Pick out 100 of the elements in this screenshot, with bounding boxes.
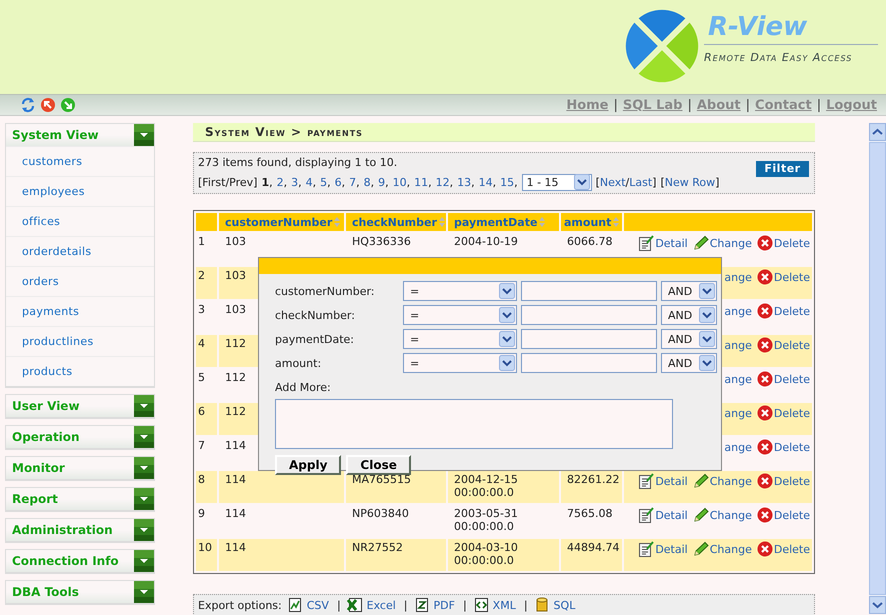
arrow-down-right-icon[interactable]	[60, 97, 76, 113]
expand-toggle-icon[interactable]	[134, 395, 154, 417]
section-header[interactable]: Connection Info	[6, 550, 154, 572]
export-link[interactable]: SQL	[554, 598, 576, 612]
sidebar-item[interactable]: orderdetails	[6, 236, 154, 266]
expand-toggle-icon[interactable]	[134, 581, 154, 603]
link-link[interactable]: ange	[724, 304, 752, 318]
delete-link[interactable]: Delete	[774, 440, 810, 454]
page-link[interactable]: 5	[320, 176, 328, 188]
column-header[interactable]: paymentDate	[448, 213, 559, 231]
join-select[interactable]: AND	[661, 305, 717, 325]
value-field[interactable]	[521, 329, 657, 349]
result-summary: 273 items found, displaying 1 to 10.	[198, 156, 398, 168]
link-link[interactable]: ange	[724, 440, 752, 454]
join-select[interactable]: AND	[661, 281, 717, 301]
section-header[interactable]: Operation	[6, 426, 154, 448]
expand-toggle-icon[interactable]	[134, 426, 154, 448]
delete-link[interactable]: Delete	[774, 508, 810, 522]
delete-link[interactable]: Delete	[774, 406, 810, 420]
arrow-up-left-icon[interactable]	[40, 97, 56, 113]
value-field[interactable]	[521, 353, 657, 373]
link-link[interactable]: ange	[724, 372, 752, 386]
change-link[interactable]: Change	[710, 474, 752, 488]
pencil-icon	[692, 541, 709, 557]
expand-toggle-icon[interactable]	[134, 519, 154, 541]
page-link[interactable]: 4	[306, 176, 313, 188]
sidebar-item[interactable]: products	[6, 356, 154, 386]
operator-select[interactable]: =	[403, 281, 517, 301]
page-link[interactable]: 8	[364, 176, 371, 188]
link-link[interactable]: ange	[724, 270, 752, 284]
delete-link[interactable]: Delete	[774, 338, 810, 352]
section-header[interactable]: Monitor	[6, 457, 154, 479]
page-link[interactable]: Last	[629, 176, 652, 188]
page-link[interactable]: 6	[334, 176, 342, 188]
dialog-button[interactable]: Close	[346, 455, 411, 475]
sidebar-item[interactable]: offices	[6, 206, 154, 236]
export-link[interactable]: Excel	[366, 598, 396, 612]
export-link[interactable]: XML	[492, 598, 516, 612]
expand-toggle-icon[interactable]	[134, 124, 154, 146]
export-link[interactable]: CSV	[306, 598, 329, 612]
page-link[interactable]: 13	[457, 176, 472, 188]
section-header[interactable]: Report	[6, 488, 154, 510]
page-link[interactable]: 3	[291, 176, 298, 188]
change-link[interactable]: Change	[710, 542, 752, 556]
dialog-button[interactable]: Apply	[275, 455, 342, 475]
add-more-field[interactable]	[275, 399, 673, 449]
separator: ,	[370, 176, 374, 188]
link-link[interactable]: ange	[724, 406, 752, 420]
page-link[interactable]: New Row	[664, 176, 716, 188]
delete-link[interactable]: Delete	[774, 236, 810, 250]
page-link[interactable]: 14	[478, 176, 493, 188]
operator-select[interactable]: =	[403, 353, 517, 373]
page-link[interactable]: 2	[276, 176, 284, 188]
export-link[interactable]: PDF	[434, 598, 455, 612]
sidebar-item[interactable]: customers	[6, 146, 154, 176]
scroll-down-button[interactable]	[869, 596, 886, 614]
delete-link[interactable]: Delete	[774, 372, 810, 386]
delete-link[interactable]: Delete	[774, 304, 810, 318]
column-header[interactable]: checkNumber	[346, 213, 446, 231]
page-link[interactable]: 11	[414, 176, 428, 188]
sidebar-item[interactable]: productlines	[6, 326, 154, 356]
detail-link[interactable]: Detail	[655, 542, 688, 556]
sidebar-item[interactable]: employees	[6, 176, 154, 206]
operator-select[interactable]: =	[403, 329, 517, 349]
page-link[interactable]: 12	[436, 176, 450, 188]
change-link[interactable]: Change	[710, 508, 752, 522]
change-link[interactable]: Change	[710, 236, 752, 250]
page-link[interactable]: 15	[500, 176, 514, 188]
join-select[interactable]: AND	[661, 353, 717, 373]
section-header[interactable]: System View	[6, 124, 154, 146]
value-field[interactable]	[521, 281, 657, 301]
page-link[interactable]: 9	[378, 176, 386, 188]
section-header[interactable]: User View	[6, 395, 154, 417]
page-link[interactable]: 7	[349, 176, 356, 188]
value-field[interactable]	[521, 305, 657, 325]
link-link[interactable]: ange	[724, 338, 752, 352]
scroll-up-button[interactable]	[869, 123, 886, 141]
page-link[interactable]: Next	[600, 176, 626, 188]
section-header[interactable]: DBA Tools	[6, 581, 154, 603]
column-header[interactable]: amount	[561, 213, 622, 231]
column-header[interactable]: customerNumber	[219, 213, 344, 231]
join-select[interactable]: AND	[661, 329, 717, 349]
delete-link[interactable]: Delete	[774, 474, 810, 488]
delete-link[interactable]: Delete	[774, 542, 810, 556]
sidebar-item[interactable]: payments	[6, 296, 154, 326]
sidebar-item[interactable]: orders	[6, 266, 154, 296]
detail-link[interactable]: Detail	[655, 236, 688, 250]
operator-select[interactable]: =	[403, 305, 517, 325]
detail-link[interactable]: Detail	[655, 474, 688, 488]
refresh-icon[interactable]	[20, 97, 36, 113]
detail-link[interactable]: Detail	[655, 508, 688, 522]
expand-toggle-icon[interactable]	[134, 457, 154, 479]
filter-button[interactable]: Filter	[756, 160, 809, 176]
section-header[interactable]: Administration	[6, 519, 154, 541]
expand-toggle-icon[interactable]	[134, 488, 154, 510]
delete-link[interactable]: Delete	[774, 270, 810, 284]
page-range-select[interactable]: 1 - 15	[522, 174, 592, 190]
page-link[interactable]: 10	[392, 176, 407, 188]
expand-toggle-icon[interactable]	[134, 550, 154, 572]
pencil-icon	[692, 473, 709, 489]
